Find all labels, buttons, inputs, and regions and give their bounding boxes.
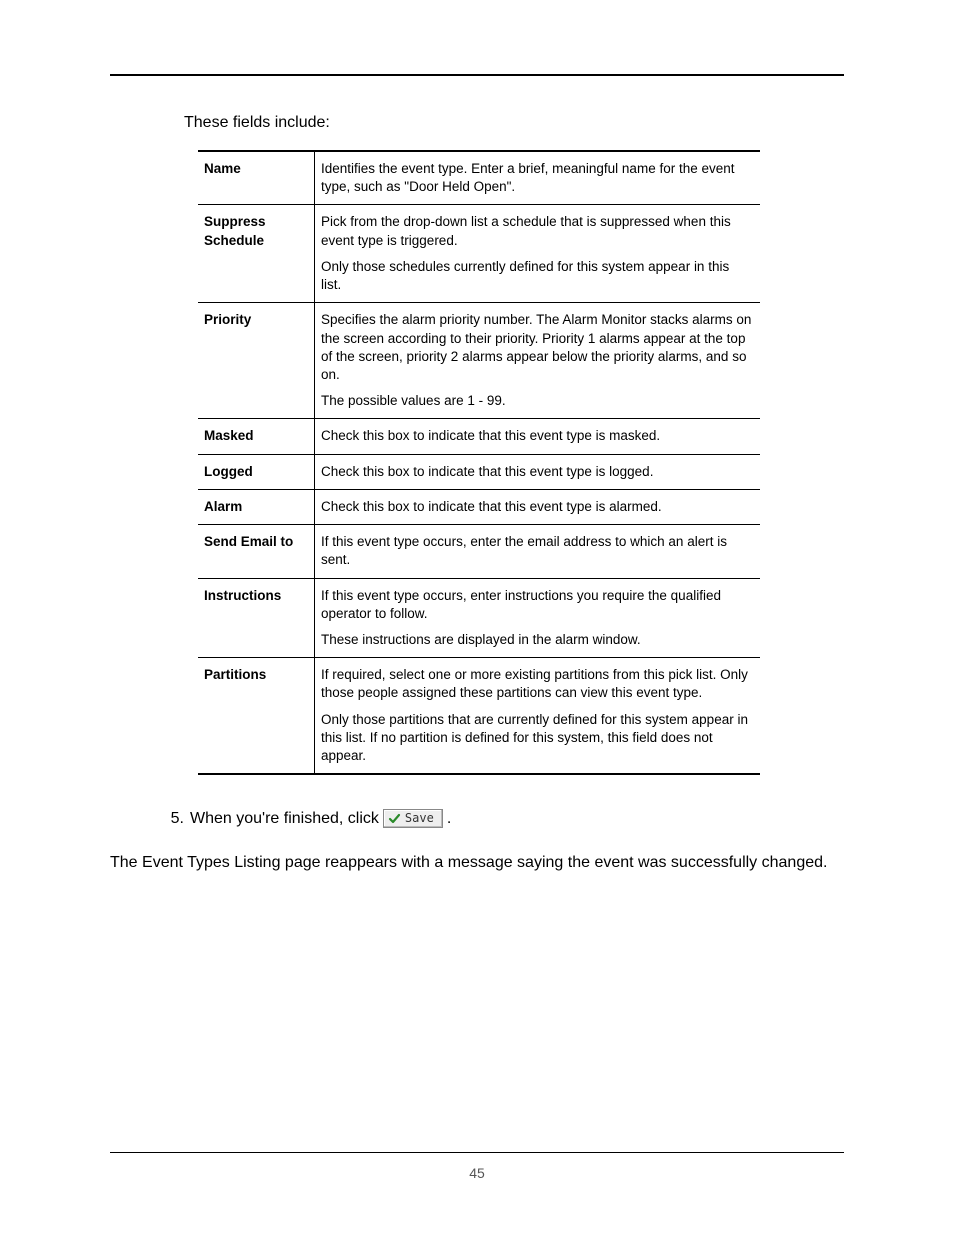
field-description-paragraph: If this event type occurs, enter the ema… <box>321 533 752 569</box>
field-label: Alarm <box>198 489 315 524</box>
table-row: PrioritySpecifies the alarm priority num… <box>198 303 760 419</box>
page-number: 45 <box>0 1165 954 1181</box>
field-description-paragraph: Only those schedules currently defined f… <box>321 258 752 294</box>
fields-table: NameIdentifies the event type. Enter a b… <box>198 150 760 775</box>
field-label: Priority <box>198 303 315 419</box>
field-description-paragraph: Identifies the event type. Enter a brief… <box>321 160 752 196</box>
field-description: Identifies the event type. Enter a brief… <box>315 151 761 205</box>
table-row: Masked Check this box to indicate that th… <box>198 419 760 454</box>
step-number: 5. <box>166 810 184 828</box>
field-description: If required, select one or more existing… <box>315 658 761 775</box>
document-page: These fields include: NameIdentifies the… <box>0 0 954 1235</box>
step-5: 5. When you're finished, click Save . <box>166 809 844 828</box>
field-label: Send Email to <box>198 525 315 578</box>
checkmark-icon <box>388 812 401 825</box>
intro-text: These fields include: <box>184 114 844 132</box>
field-description: Check this box to indicate that this eve… <box>315 419 761 454</box>
field-description: Specifies the alarm priority number. The… <box>315 303 761 419</box>
save-button[interactable]: Save <box>383 809 443 828</box>
field-description-paragraph: Check this box to indicate that this eve… <box>321 498 752 516</box>
table-row: PartitionsIf required, select one or mor… <box>198 658 760 775</box>
table-row: Alarm Check this box to indicate that thi… <box>198 489 760 524</box>
field-description-paragraph: If required, select one or more existing… <box>321 666 752 702</box>
field-label: Suppress Schedule <box>198 205 315 303</box>
field-description: Check this box to indicate that this eve… <box>315 454 761 489</box>
field-description-paragraph: Only those partitions that are currently… <box>321 711 752 766</box>
field-description-paragraph: Pick from the drop-down list a schedule … <box>321 213 752 249</box>
table-row: InstructionsIf this event type occurs, e… <box>198 578 760 658</box>
field-description-paragraph: The possible values are 1 - 99. <box>321 392 752 410</box>
field-description: If this event type occurs, enter instruc… <box>315 578 761 658</box>
table-row: NameIdentifies the event type. Enter a b… <box>198 151 760 205</box>
field-description: Check this box to indicate that this eve… <box>315 489 761 524</box>
field-label: Logged <box>198 454 315 489</box>
field-description-paragraph: If this event type occurs, enter instruc… <box>321 587 752 623</box>
field-label: Instructions <box>198 578 315 658</box>
field-label: Name <box>198 151 315 205</box>
step-text-before: When you're finished, click <box>190 810 379 828</box>
footer-rule <box>110 1152 844 1153</box>
save-button-label: Save <box>405 811 434 826</box>
table-row: Send Email toIf this event type occurs, … <box>198 525 760 578</box>
table-row: Logged Check this box to indicate that th… <box>198 454 760 489</box>
field-description: Pick from the drop-down list a schedule … <box>315 205 761 303</box>
field-label: Masked <box>198 419 315 454</box>
field-description-paragraph: Check this box to indicate that this eve… <box>321 463 752 481</box>
field-description-paragraph: Check this box to indicate that this eve… <box>321 427 752 445</box>
field-description-paragraph: Specifies the alarm priority number. The… <box>321 311 752 384</box>
closing-text: The Event Types Listing page reappears w… <box>110 852 844 874</box>
header-rule <box>110 74 844 76</box>
field-description: If this event type occurs, enter the ema… <box>315 525 761 578</box>
field-label: Partitions <box>198 658 315 775</box>
step-text-after: . <box>447 810 451 828</box>
table-row: Suppress SchedulePick from the drop-down… <box>198 205 760 303</box>
field-description-paragraph: These instructions are displayed in the … <box>321 631 752 649</box>
